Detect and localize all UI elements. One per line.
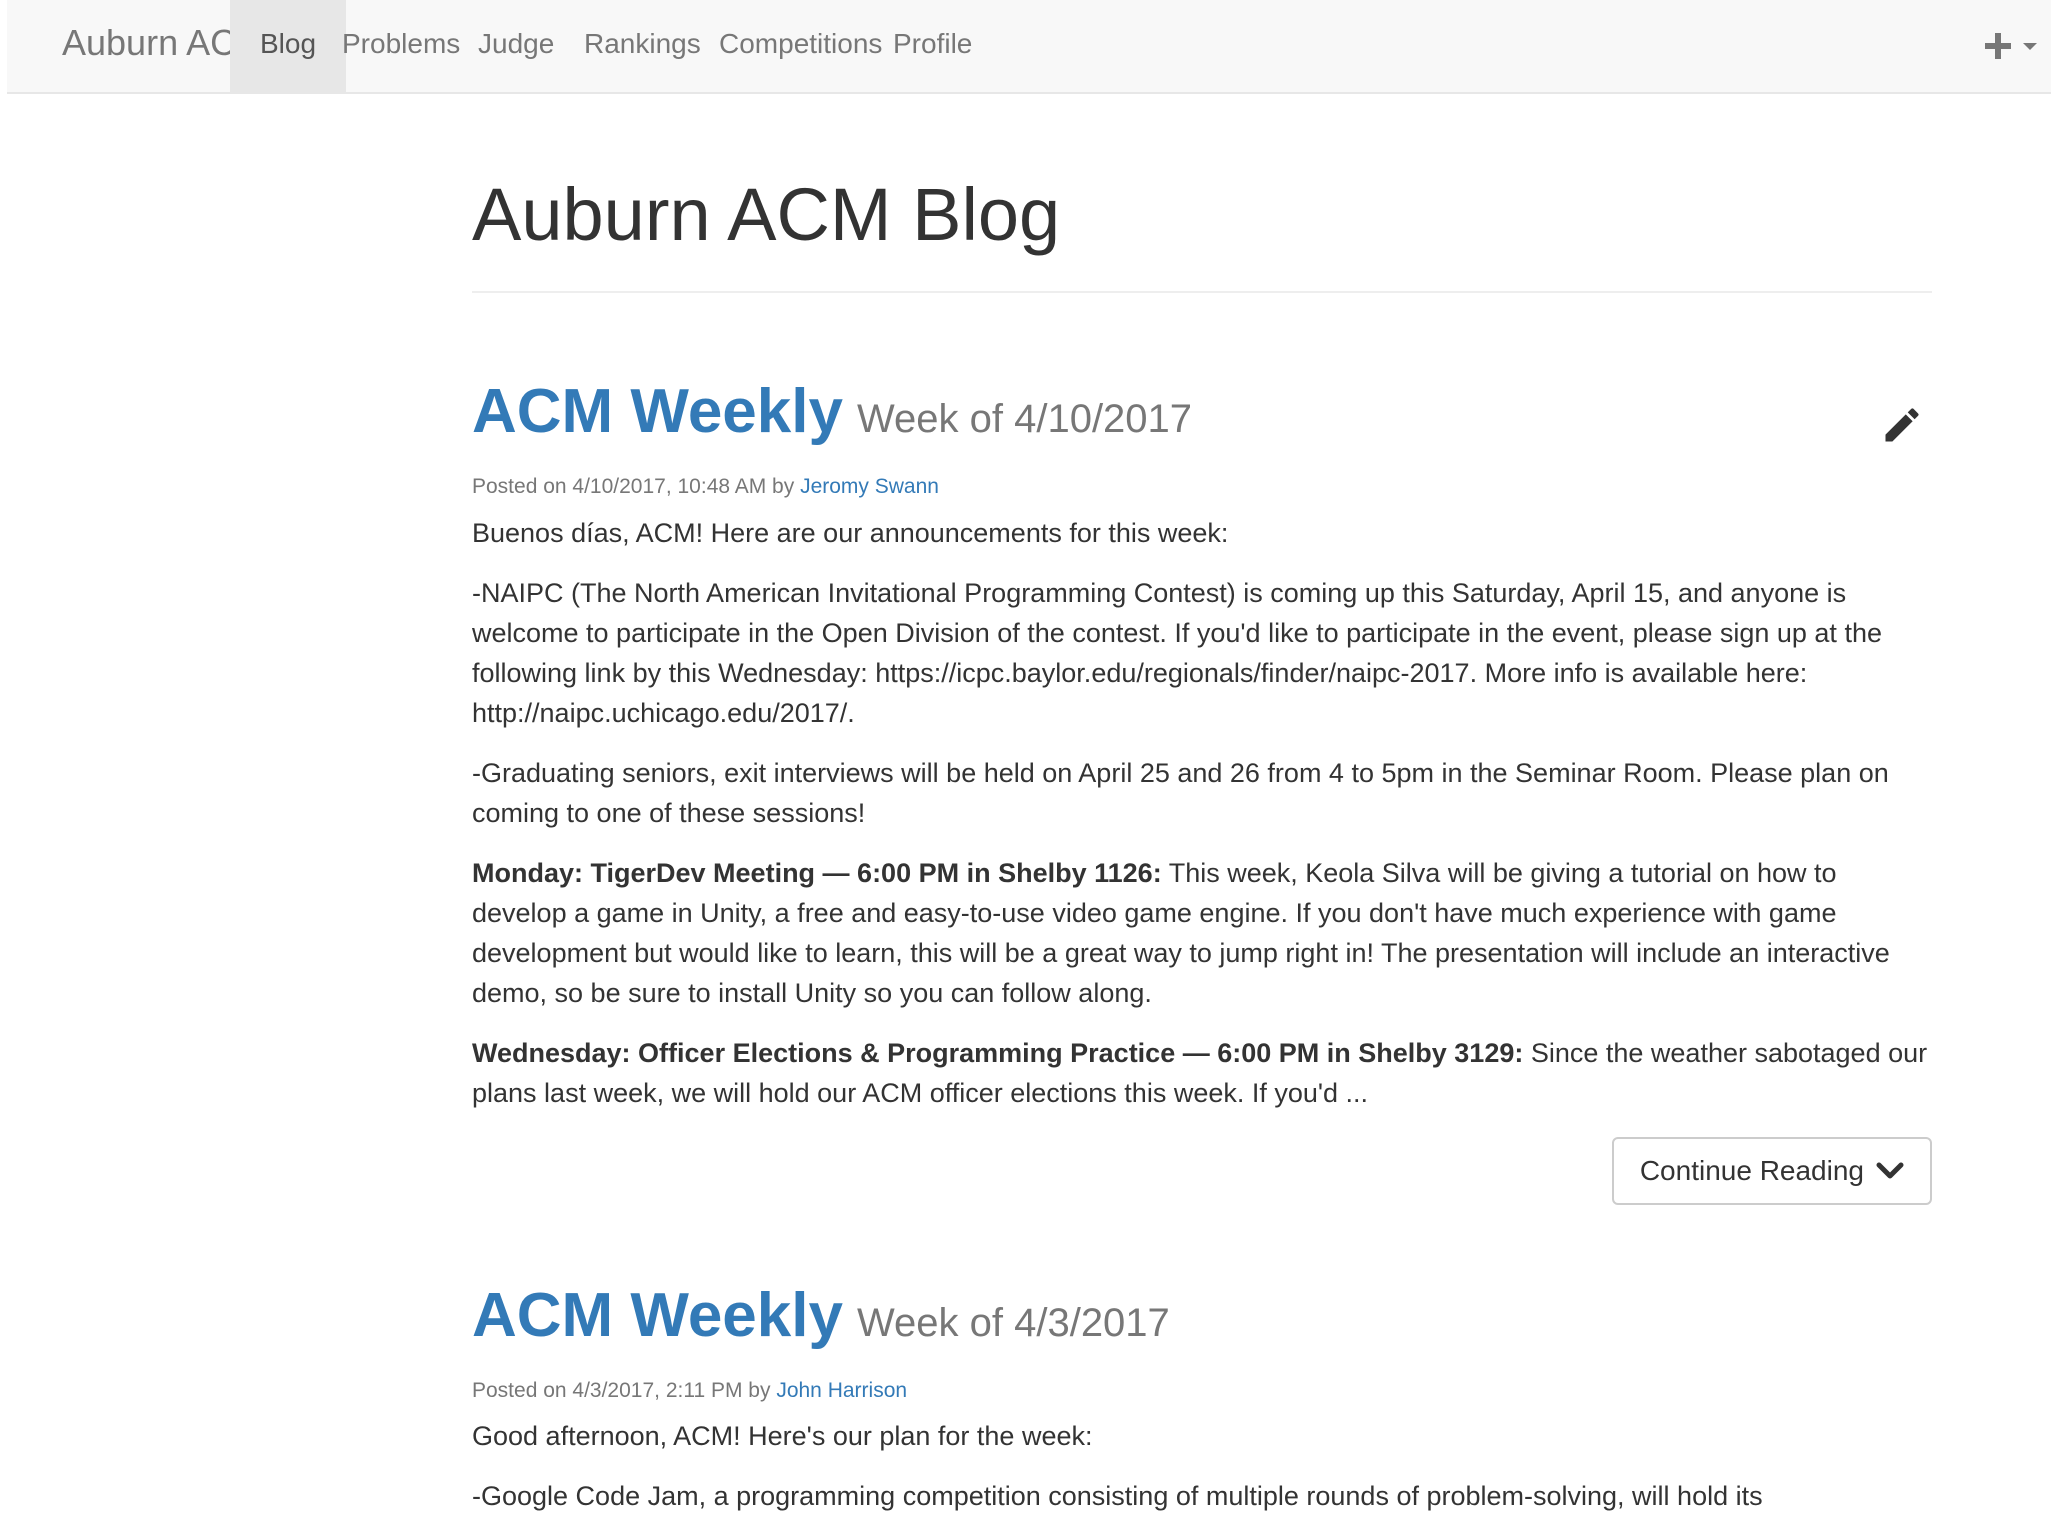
post-header: ACM Weekly Week of 4/10/2017: [472, 381, 1932, 443]
post-meta: Posted on 4/10/2017, 10:48 AM by Jeromy …: [472, 473, 1932, 500]
post-paragraph: -Graduating seniors, exit interviews wil…: [472, 757, 1889, 828]
continue-reading-label: Continue Reading: [1639, 1154, 1864, 1186]
continue-reading-button[interactable]: Continue Reading: [1611, 1136, 1932, 1205]
post-subtitle: Week of 4/10/2017: [856, 397, 1193, 442]
post-body: Buenos días, ACM! Here are our announcem…: [472, 513, 1932, 1113]
post-actions: Continue Reading: [472, 1136, 1932, 1205]
post-paragraph: Good afternoon, ACM! Here's our plan for…: [472, 1420, 1093, 1451]
post-meta: Posted on 4/3/2017, 2:11 PM by John Harr…: [472, 1377, 1932, 1404]
plus-icon: [1985, 33, 2011, 59]
main-content: Auburn ACM Blog ACM Weekly Week of 4/10/2…: [472, 94, 1932, 1516]
blog-post: ACM Weekly Week of 4/10/2017 Posted on 4/…: [472, 381, 1932, 1205]
navbar: Auburn ACM Blog Problems Judge Rankings …: [7, 0, 2051, 94]
blog-post: ACM Weekly Week of 4/3/2017 Posted on 4/3…: [472, 1284, 1932, 1516]
post-header: ACM Weekly Week of 4/3/2017: [472, 1284, 1932, 1347]
title-divider: [472, 291, 1932, 294]
post-paragraph: -Google Code Jam, a programming competit…: [472, 1480, 1763, 1511]
event-heading-monday: Monday: TigerDev Meeting — 6:00 PM in Sh…: [472, 857, 1162, 888]
post-body: Good afternoon, ACM! Here's our plan for…: [472, 1416, 1932, 1516]
post-paragraph: Buenos días, ACM! Here are our announcem…: [472, 517, 1229, 548]
nav-item-profile[interactable]: Profile: [863, 0, 1002, 92]
post-paragraph: Monday: TigerDev Meeting — 6:00 PM in Sh…: [472, 853, 1932, 1013]
add-dropdown-toggle[interactable]: [1985, 22, 2037, 70]
author-link[interactable]: Jeromy Swann: [800, 475, 939, 498]
post-title-link[interactable]: ACM Weekly: [472, 377, 843, 446]
post-title-link[interactable]: ACM Weekly: [472, 1281, 843, 1350]
author-link[interactable]: John Harrison: [776, 1379, 907, 1402]
post-paragraph: Wednesday: Officer Elections & Programmi…: [472, 1033, 1932, 1113]
post-meta-text: Posted on 4/10/2017, 10:48 AM by: [472, 475, 801, 499]
chevron-down-icon: [1876, 1162, 1904, 1179]
page-title: Auburn ACM Blog: [472, 173, 1061, 256]
caret-down-icon: [2023, 42, 2037, 50]
pencil-icon[interactable]: [1880, 403, 1924, 447]
post-subtitle: Week of 4/3/2017: [856, 1300, 1170, 1345]
post-meta-text: Posted on 4/3/2017, 2:11 PM by: [472, 1378, 777, 1402]
event-heading-wednesday: Wednesday: Officer Elections & Programmi…: [472, 1037, 1524, 1068]
post-paragraph: -NAIPC (The North American Invitational …: [472, 577, 1882, 728]
